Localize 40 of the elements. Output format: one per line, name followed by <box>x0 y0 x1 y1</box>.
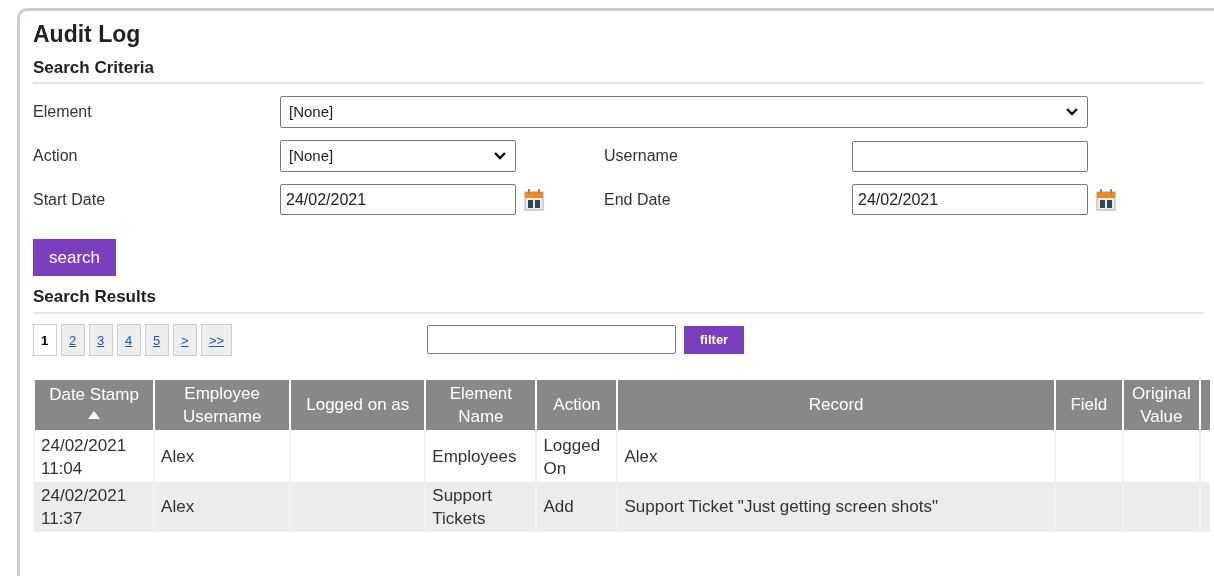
page-link[interactable]: 4 <box>117 323 141 356</box>
column-header[interactable]: Field <box>1054 379 1123 431</box>
field-label: End Date <box>604 189 672 210</box>
dropdown[interactable]: [None] <box>280 140 516 173</box>
column-header[interactable]: Action <box>536 379 618 431</box>
dropdown[interactable]: [None] <box>280 96 1088 129</box>
table-cell: Support Ticket "Just getting screen shots" <box>617 481 1055 532</box>
column-header[interactable]: Date Stamp <box>34 379 155 431</box>
column-header[interactable]: Element Name <box>425 379 537 431</box>
section-heading: Search Results <box>33 284 1204 314</box>
page-link[interactable]: > <box>173 323 197 356</box>
page-link[interactable]: 2 <box>61 323 85 356</box>
calendar-icon[interactable] <box>524 189 544 212</box>
calendar-icon[interactable] <box>1096 189 1116 212</box>
column-header[interactable]: Record <box>617 379 1055 431</box>
field-label: Username <box>604 146 679 167</box>
table-cell: Alex <box>154 481 291 532</box>
page-link[interactable]: 1 <box>33 323 57 356</box>
column-header[interactable]: Original Value <box>1122 379 1200 431</box>
field-label: Action <box>33 146 79 167</box>
table-cell: 24/02/2021 11:37 <box>34 481 155 532</box>
section-heading: Search Criteria <box>33 54 1204 85</box>
column-header[interactable]: Employee Username <box>154 379 291 431</box>
page-link[interactable]: >> <box>201 323 233 356</box>
table-cell: Support Tickets <box>425 481 537 532</box>
filter-field[interactable] <box>427 325 676 355</box>
date-field[interactable]: 24/02/2021 <box>280 184 516 216</box>
page-title: Audit Log <box>33 21 142 49</box>
column-header[interactable]: Logged on as <box>290 379 426 431</box>
page-link[interactable]: 3 <box>89 323 113 356</box>
input-field[interactable] <box>852 140 1088 172</box>
table-cell: Add <box>536 481 618 532</box>
chevron-down-icon <box>1065 107 1079 118</box>
chevron-down-icon <box>493 151 507 162</box>
field-label: Element <box>33 102 93 123</box>
page-link[interactable]: 5 <box>145 323 169 356</box>
field-label: Start Date <box>33 189 107 210</box>
search-button[interactable]: search <box>33 239 117 277</box>
filter-button[interactable]: filter <box>684 325 745 354</box>
date-field[interactable]: 24/02/2021 <box>852 184 1088 216</box>
